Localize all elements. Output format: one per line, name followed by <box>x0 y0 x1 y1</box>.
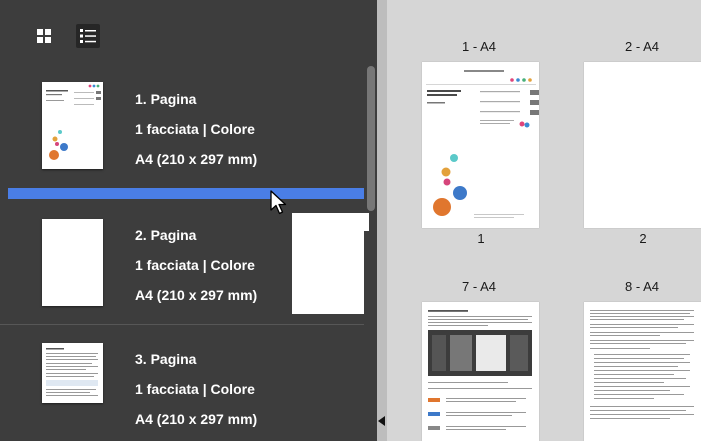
page-tile-8[interactable] <box>584 302 701 441</box>
page-size: A4 (210 x 297 mm) <box>135 287 258 303</box>
grid-view-button[interactable] <box>32 24 56 48</box>
page-list-item-1-info: 1. Pagina 1 facciata | Colore A4 (210 x … <box>135 90 257 180</box>
page-tile-7[interactable] <box>422 302 539 441</box>
page-list-item-3[interactable]: 3. Pagina 1 facciata | Colore A4 (210 x … <box>0 324 364 441</box>
page-7-preview-graphic <box>428 310 532 430</box>
page-grid-label-2: 2 - A4 <box>625 39 659 54</box>
page-tile-2[interactable] <box>584 62 701 228</box>
page-title: 1. Pagina <box>135 91 197 107</box>
page-title: 3. Pagina <box>135 351 197 367</box>
page-1-preview-graphic <box>46 84 101 160</box>
page-grid-panel: 1 - A4 2 - A4 1 2 7 - A4 8 - A4 <box>387 0 701 441</box>
page-grid-label-7: 7 - A4 <box>462 279 496 294</box>
page-8-preview-graphic <box>590 310 694 419</box>
mouse-pointer-icon <box>270 190 287 215</box>
grid-view-icon <box>37 29 51 43</box>
page-list-panel: 1. Pagina 1 facciata | Colore A4 (210 x … <box>0 0 377 441</box>
panel-splitter[interactable] <box>377 0 387 441</box>
page-tile-1[interactable] <box>422 62 539 228</box>
page-list-item-1[interactable]: 1. Pagina 1 facciata | Colore A4 (210 x … <box>0 62 364 190</box>
page-1-cover-graphic <box>426 70 539 218</box>
view-toolbar <box>0 0 377 62</box>
page-list-item-2-info: 2. Pagina 1 facciata | Colore A4 (210 x … <box>135 226 257 316</box>
page-number-1: 1 <box>477 231 485 246</box>
page-thumbnail-3 <box>42 343 103 403</box>
page-sides-color: 1 facciata | Colore <box>135 381 255 397</box>
page-sides-color: 1 facciata | Colore <box>135 257 255 273</box>
page-thumbnail-2 <box>42 219 103 306</box>
page-number-2: 2 <box>639 231 647 246</box>
list-view-button[interactable] <box>76 24 100 48</box>
dragged-page-ghost-edge <box>364 213 369 231</box>
list-view-icon <box>80 29 96 43</box>
page-thumbnail-1 <box>42 82 103 169</box>
page-3-preview-graphic <box>46 348 98 396</box>
page-title: 2. Pagina <box>135 227 197 243</box>
page-grid-label-1: 1 - A4 <box>462 39 496 54</box>
scrollbar-thumb[interactable] <box>367 66 375 211</box>
page-sides-color: 1 facciata | Colore <box>135 121 255 137</box>
page-grid-label-8: 8 - A4 <box>625 279 659 294</box>
collapse-arrow-icon[interactable] <box>376 415 386 427</box>
dragged-page-ghost <box>292 213 364 314</box>
page-size: A4 (210 x 297 mm) <box>135 151 258 167</box>
page-size: A4 (210 x 297 mm) <box>135 411 258 427</box>
page-list-item-3-info: 3. Pagina 1 facciata | Colore A4 (210 x … <box>135 350 257 440</box>
drop-position-indicator <box>8 188 364 199</box>
